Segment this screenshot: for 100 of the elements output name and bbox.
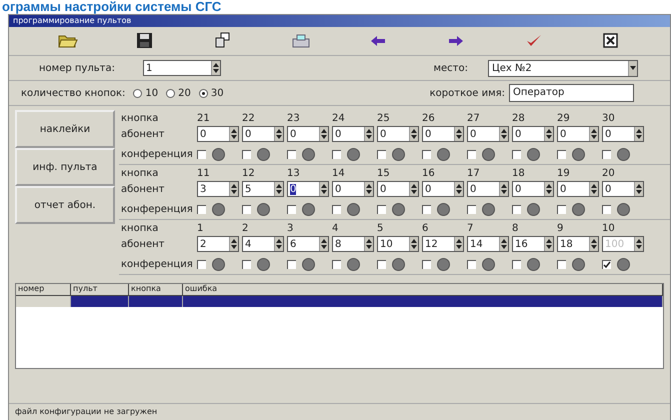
subscriber-field[interactable]: 14	[467, 236, 509, 252]
conference-checkbox[interactable]	[422, 150, 431, 158]
subscriber-field[interactable]: 0	[467, 181, 509, 197]
spin-arrows-icon[interactable]	[544, 182, 553, 196]
side-button[interactable]: инф. пульта	[15, 148, 115, 186]
conference-checkbox[interactable]	[242, 260, 251, 268]
subscriber-field[interactable]: 0	[602, 181, 644, 197]
conference-checkbox[interactable]	[197, 260, 206, 268]
conference-checkbox[interactable]	[512, 260, 521, 268]
table-row[interactable]	[16, 296, 663, 307]
place-dropdown[interactable]: Цех №2	[488, 60, 638, 76]
conference-checkbox[interactable]	[287, 150, 296, 158]
spin-arrows-icon[interactable]	[319, 237, 328, 251]
subscriber-field[interactable]: 12	[422, 236, 464, 252]
conference-checkbox[interactable]	[287, 204, 296, 214]
subscriber-field[interactable]: 5	[242, 181, 284, 197]
conference-checkbox[interactable]	[377, 260, 386, 268]
subscriber-field[interactable]: 0	[197, 126, 239, 142]
conference-checkbox[interactable]	[602, 204, 611, 214]
spin-arrows-icon[interactable]	[454, 237, 463, 251]
side-button[interactable]: наклейки	[15, 110, 115, 148]
radio-option[interactable]: 20	[166, 88, 191, 98]
spin-arrows-icon[interactable]	[454, 127, 463, 141]
conference-checkbox[interactable]	[557, 150, 566, 158]
spin-arrows-icon[interactable]	[454, 182, 463, 196]
subscriber-field[interactable]: 0	[512, 181, 554, 197]
conference-checkbox[interactable]	[467, 204, 476, 214]
radio-icon[interactable]	[133, 88, 142, 98]
spin-arrows-icon[interactable]	[589, 237, 598, 251]
spin-arrows-icon[interactable]	[229, 127, 238, 141]
spin-arrows-icon[interactable]	[499, 237, 508, 251]
short-name-field[interactable]: Оператор	[509, 84, 634, 102]
subscriber-field[interactable]: 0	[242, 126, 284, 142]
conference-checkbox[interactable]	[332, 150, 341, 158]
subscriber-field[interactable]: 0	[467, 126, 509, 142]
conference-checkbox[interactable]	[242, 204, 251, 214]
subscriber-field[interactable]: 2	[197, 236, 239, 252]
subscriber-field[interactable]: 18	[557, 236, 599, 252]
conference-checkbox[interactable]	[512, 150, 521, 158]
radio-icon[interactable]	[166, 88, 176, 98]
spin-arrows-icon[interactable]	[274, 237, 283, 251]
conference-checkbox[interactable]	[422, 204, 431, 214]
spin-arrows-icon[interactable]	[589, 182, 598, 196]
conference-checkbox[interactable]	[467, 260, 476, 268]
subscriber-field[interactable]: 6	[287, 236, 329, 252]
spin-arrows-icon[interactable]	[274, 127, 283, 141]
conference-checkbox[interactable]	[332, 204, 341, 214]
conference-checkbox[interactable]	[377, 204, 386, 214]
spin-arrows-icon[interactable]	[544, 237, 553, 251]
spin-arrows-icon[interactable]	[409, 127, 418, 141]
subscriber-field[interactable]: 0	[512, 126, 554, 142]
spin-arrows-icon[interactable]	[634, 127, 643, 141]
conference-checkbox[interactable]	[197, 204, 206, 214]
spin-arrows-icon[interactable]	[499, 127, 508, 141]
spin-arrows-icon[interactable]	[229, 237, 238, 251]
subscriber-field[interactable]: 0	[377, 126, 419, 142]
spin-arrows-icon[interactable]	[229, 182, 238, 196]
spin-arrows-icon[interactable]	[364, 237, 373, 251]
subscriber-field[interactable]: 0	[602, 126, 644, 142]
spin-arrows-icon[interactable]	[544, 127, 553, 141]
conference-checkbox[interactable]	[242, 150, 251, 158]
spin-arrows-icon[interactable]	[589, 127, 598, 141]
subscriber-field[interactable]: 0	[287, 181, 329, 197]
printer-icon[interactable]	[290, 32, 311, 50]
conference-checkbox[interactable]	[377, 150, 386, 158]
conference-checkbox[interactable]	[557, 260, 566, 268]
spin-arrows-icon[interactable]	[409, 182, 418, 196]
spin-arrows-icon[interactable]	[409, 237, 418, 251]
subscriber-field[interactable]: 0	[557, 181, 599, 197]
subscriber-field[interactable]: 0	[287, 126, 329, 142]
spin-arrows-icon[interactable]	[210, 61, 220, 75]
conference-checkbox[interactable]	[332, 260, 341, 268]
spin-arrows-icon[interactable]	[319, 127, 328, 141]
conference-checkbox[interactable]	[467, 150, 476, 158]
conference-checkbox[interactable]	[197, 150, 206, 158]
subscriber-field[interactable]: 0	[377, 181, 419, 197]
conference-checkbox[interactable]	[557, 204, 566, 214]
radio-icon[interactable]	[198, 88, 208, 98]
subscriber-field[interactable]: 0	[422, 181, 464, 197]
spin-arrows-icon[interactable]	[364, 182, 373, 196]
radio-option[interactable]: 30	[198, 88, 224, 98]
conference-checkbox[interactable]	[512, 204, 521, 214]
subscriber-field[interactable]: 0	[332, 181, 374, 197]
subscriber-field[interactable]: 4	[242, 236, 284, 252]
spin-arrows-icon[interactable]	[364, 127, 373, 141]
subscriber-field[interactable]: 8	[332, 236, 374, 252]
subscriber-field[interactable]: 3	[197, 181, 239, 197]
dropdown-caret-icon[interactable]	[628, 60, 637, 76]
conference-checkbox[interactable]	[602, 150, 611, 158]
side-button[interactable]: отчет абон.	[15, 186, 115, 224]
spin-arrows-icon[interactable]	[499, 182, 508, 196]
subscriber-field[interactable]: 10	[377, 236, 419, 252]
spin-arrows-icon[interactable]	[319, 182, 328, 196]
subscriber-field[interactable]: 0	[422, 126, 464, 142]
subscriber-field[interactable]: 0	[332, 126, 374, 142]
spin-arrows-icon[interactable]	[274, 182, 283, 196]
conference-checkbox[interactable]	[287, 260, 296, 268]
conference-checkbox[interactable]	[422, 260, 431, 268]
spin-arrows-icon[interactable]	[634, 182, 643, 196]
subscriber-field[interactable]: 16	[512, 236, 554, 252]
